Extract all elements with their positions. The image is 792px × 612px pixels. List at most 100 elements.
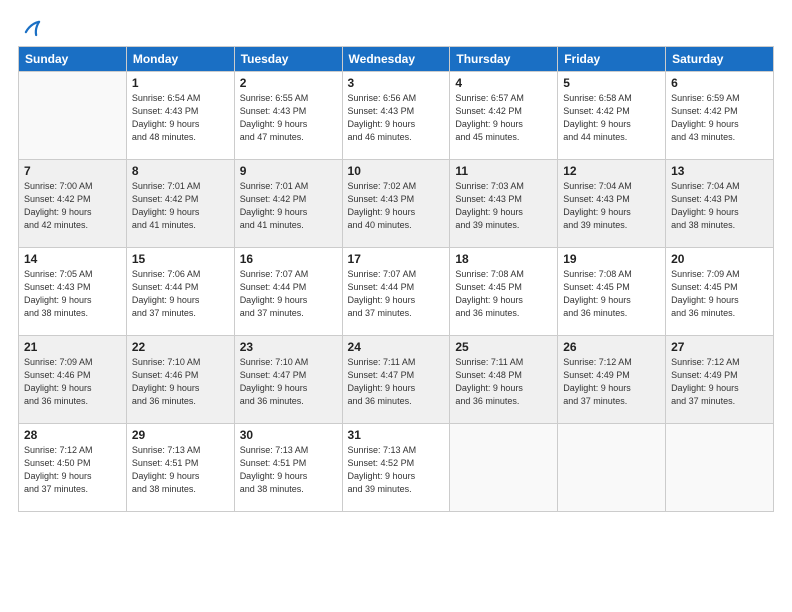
day-number: 20 bbox=[671, 252, 768, 266]
calendar-cell: 20 Sunrise: 7:09 AMSunset: 4:45 PMDayligh… bbox=[666, 248, 774, 336]
day-info: Sunrise: 7:06 AMSunset: 4:44 PMDaylight:… bbox=[132, 268, 229, 320]
calendar-cell: 10Sunrise: 7:02 AMSunset: 4:43 PMDayligh… bbox=[342, 160, 450, 248]
calendar-cell: 25Sunrise: 7:11 AMSunset: 4:48 PMDayligh… bbox=[450, 336, 558, 424]
calendar-body: 1 Sunrise: 6:54 AMSunset: 4:43 PMDaylight… bbox=[19, 72, 774, 512]
day-number: 30 bbox=[240, 428, 337, 442]
calendar-cell: 4 Sunrise: 6:57 AMSunset: 4:42 PMDaylight… bbox=[450, 72, 558, 160]
day-number: 12 bbox=[563, 164, 660, 178]
calendar-cell: 8 Sunrise: 7:01 AMSunset: 4:42 PMDaylight… bbox=[126, 160, 234, 248]
calendar-cell: 15 Sunrise: 7:06 AMSunset: 4:44 PMDayligh… bbox=[126, 248, 234, 336]
week-row: 28Sunrise: 7:12 AMSunset: 4:50 PMDayligh… bbox=[19, 424, 774, 512]
calendar-cell: 13 Sunrise: 7:04 AMSunset: 4:43 PMDayligh… bbox=[666, 160, 774, 248]
day-info: Sunrise: 7:00 AMSunset: 4:42 PMDaylight:… bbox=[24, 180, 121, 232]
day-number: 3 bbox=[348, 76, 445, 90]
calendar-cell: 31 Sunrise: 7:13 AMSunset: 4:52 PMDayligh… bbox=[342, 424, 450, 512]
day-info: Sunrise: 7:01 AMSunset: 4:42 PMDaylight:… bbox=[132, 180, 229, 232]
day-info: Sunrise: 7:11 AMSunset: 4:47 PMDaylight:… bbox=[348, 356, 445, 408]
day-info: Sunrise: 7:12 AMSunset: 4:49 PMDaylight:… bbox=[563, 356, 660, 408]
calendar-cell: 7 Sunrise: 7:00 AMSunset: 4:42 PMDaylight… bbox=[19, 160, 127, 248]
calendar-cell: 12 Sunrise: 7:04 AMSunset: 4:43 PMDayligh… bbox=[558, 160, 666, 248]
day-info: Sunrise: 6:55 AMSunset: 4:43 PMDaylight:… bbox=[240, 92, 337, 144]
calendar-cell: 19Sunrise: 7:08 AMSunset: 4:45 PMDayligh… bbox=[558, 248, 666, 336]
day-info: Sunrise: 7:05 AMSunset: 4:43 PMDaylight:… bbox=[24, 268, 121, 320]
day-number: 8 bbox=[132, 164, 229, 178]
day-info: Sunrise: 7:03 AMSunset: 4:43 PMDaylight:… bbox=[455, 180, 552, 232]
week-row: 14 Sunrise: 7:05 AMSunset: 4:43 PMDayligh… bbox=[19, 248, 774, 336]
calendar-cell: 26 Sunrise: 7:12 AMSunset: 4:49 PMDayligh… bbox=[558, 336, 666, 424]
day-number: 26 bbox=[563, 340, 660, 354]
day-number: 9 bbox=[240, 164, 337, 178]
day-info: Sunrise: 7:10 AMSunset: 4:47 PMDaylight:… bbox=[240, 356, 337, 408]
calendar-header: SundayMondayTuesdayWednesdayThursdayFrid… bbox=[19, 47, 774, 72]
day-number: 6 bbox=[671, 76, 768, 90]
day-number: 24 bbox=[348, 340, 445, 354]
week-row: 21Sunrise: 7:09 AMSunset: 4:46 PMDayligh… bbox=[19, 336, 774, 424]
day-info: Sunrise: 7:04 AMSunset: 4:43 PMDaylight:… bbox=[563, 180, 660, 232]
day-info: Sunrise: 7:08 AMSunset: 4:45 PMDaylight:… bbox=[563, 268, 660, 320]
header-thursday: Thursday bbox=[450, 47, 558, 72]
day-info: Sunrise: 7:07 AMSunset: 4:44 PMDaylight:… bbox=[348, 268, 445, 320]
calendar-cell: 18 Sunrise: 7:08 AMSunset: 4:45 PMDayligh… bbox=[450, 248, 558, 336]
day-info: Sunrise: 7:13 AMSunset: 4:51 PMDaylight:… bbox=[240, 444, 337, 496]
calendar-cell: 27Sunrise: 7:12 AMSunset: 4:49 PMDayligh… bbox=[666, 336, 774, 424]
calendar-cell: 5 Sunrise: 6:58 AMSunset: 4:42 PMDaylight… bbox=[558, 72, 666, 160]
logo bbox=[18, 16, 42, 38]
header bbox=[18, 16, 774, 38]
day-number: 29 bbox=[132, 428, 229, 442]
header-row: SundayMondayTuesdayWednesdayThursdayFrid… bbox=[19, 47, 774, 72]
day-info: Sunrise: 7:09 AMSunset: 4:45 PMDaylight:… bbox=[671, 268, 768, 320]
day-number: 1 bbox=[132, 76, 229, 90]
calendar-cell: 30 Sunrise: 7:13 AMSunset: 4:51 PMDayligh… bbox=[234, 424, 342, 512]
calendar-cell: 17Sunrise: 7:07 AMSunset: 4:44 PMDayligh… bbox=[342, 248, 450, 336]
logo-icon bbox=[20, 16, 42, 38]
day-info: Sunrise: 6:57 AMSunset: 4:42 PMDaylight:… bbox=[455, 92, 552, 144]
day-info: Sunrise: 7:13 AMSunset: 4:51 PMDaylight:… bbox=[132, 444, 229, 496]
day-info: Sunrise: 7:10 AMSunset: 4:46 PMDaylight:… bbox=[132, 356, 229, 408]
day-number: 23 bbox=[240, 340, 337, 354]
calendar-cell: 16 Sunrise: 7:07 AMSunset: 4:44 PMDayligh… bbox=[234, 248, 342, 336]
day-info: Sunrise: 6:58 AMSunset: 4:42 PMDaylight:… bbox=[563, 92, 660, 144]
day-number: 5 bbox=[563, 76, 660, 90]
calendar-cell: 6 Sunrise: 6:59 AMSunset: 4:42 PMDaylight… bbox=[666, 72, 774, 160]
calendar: SundayMondayTuesdayWednesdayThursdayFrid… bbox=[18, 46, 774, 512]
calendar-cell bbox=[450, 424, 558, 512]
week-row: 7 Sunrise: 7:00 AMSunset: 4:42 PMDaylight… bbox=[19, 160, 774, 248]
calendar-cell: 11Sunrise: 7:03 AMSunset: 4:43 PMDayligh… bbox=[450, 160, 558, 248]
day-info: Sunrise: 7:12 AMSunset: 4:49 PMDaylight:… bbox=[671, 356, 768, 408]
day-number: 14 bbox=[24, 252, 121, 266]
calendar-cell bbox=[666, 424, 774, 512]
day-number: 31 bbox=[348, 428, 445, 442]
day-number: 22 bbox=[132, 340, 229, 354]
day-number: 28 bbox=[24, 428, 121, 442]
day-number: 4 bbox=[455, 76, 552, 90]
calendar-cell: 24 Sunrise: 7:11 AMSunset: 4:47 PMDayligh… bbox=[342, 336, 450, 424]
day-info: Sunrise: 6:54 AMSunset: 4:43 PMDaylight:… bbox=[132, 92, 229, 144]
day-number: 2 bbox=[240, 76, 337, 90]
header-monday: Monday bbox=[126, 47, 234, 72]
day-info: Sunrise: 7:13 AMSunset: 4:52 PMDaylight:… bbox=[348, 444, 445, 496]
day-number: 13 bbox=[671, 164, 768, 178]
header-sunday: Sunday bbox=[19, 47, 127, 72]
calendar-cell bbox=[19, 72, 127, 160]
day-info: Sunrise: 7:09 AMSunset: 4:46 PMDaylight:… bbox=[24, 356, 121, 408]
day-number: 16 bbox=[240, 252, 337, 266]
day-number: 18 bbox=[455, 252, 552, 266]
day-number: 25 bbox=[455, 340, 552, 354]
calendar-cell: 1 Sunrise: 6:54 AMSunset: 4:43 PMDaylight… bbox=[126, 72, 234, 160]
calendar-cell: 29 Sunrise: 7:13 AMSunset: 4:51 PMDayligh… bbox=[126, 424, 234, 512]
day-info: Sunrise: 7:02 AMSunset: 4:43 PMDaylight:… bbox=[348, 180, 445, 232]
day-info: Sunrise: 6:56 AMSunset: 4:43 PMDaylight:… bbox=[348, 92, 445, 144]
day-info: Sunrise: 6:59 AMSunset: 4:42 PMDaylight:… bbox=[671, 92, 768, 144]
header-friday: Friday bbox=[558, 47, 666, 72]
calendar-cell: 9Sunrise: 7:01 AMSunset: 4:42 PMDaylight… bbox=[234, 160, 342, 248]
day-info: Sunrise: 7:04 AMSunset: 4:43 PMDaylight:… bbox=[671, 180, 768, 232]
day-info: Sunrise: 7:07 AMSunset: 4:44 PMDaylight:… bbox=[240, 268, 337, 320]
calendar-cell: 28Sunrise: 7:12 AMSunset: 4:50 PMDayligh… bbox=[19, 424, 127, 512]
calendar-cell: 3 Sunrise: 6:56 AMSunset: 4:43 PMDaylight… bbox=[342, 72, 450, 160]
calendar-cell: 2 Sunrise: 6:55 AMSunset: 4:43 PMDaylight… bbox=[234, 72, 342, 160]
calendar-cell: 22 Sunrise: 7:10 AMSunset: 4:46 PMDayligh… bbox=[126, 336, 234, 424]
day-info: Sunrise: 7:08 AMSunset: 4:45 PMDaylight:… bbox=[455, 268, 552, 320]
day-number: 7 bbox=[24, 164, 121, 178]
header-tuesday: Tuesday bbox=[234, 47, 342, 72]
day-number: 15 bbox=[132, 252, 229, 266]
